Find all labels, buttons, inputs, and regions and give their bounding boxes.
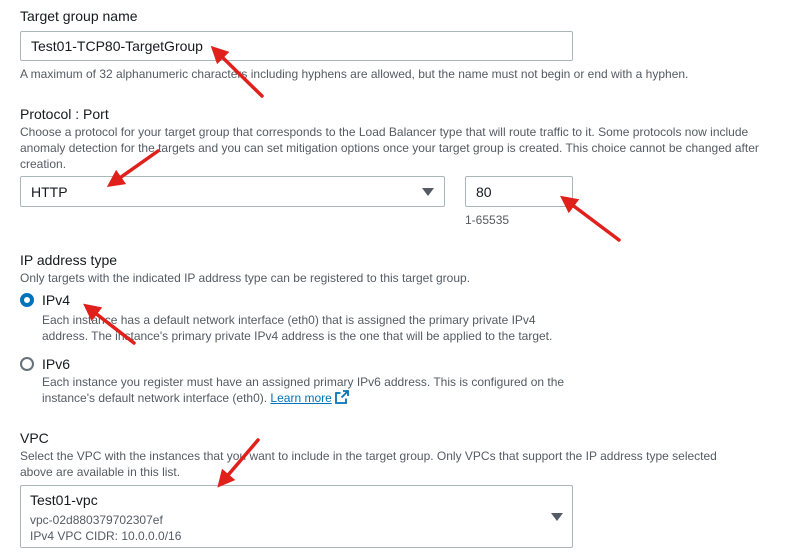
ipv6-radio[interactable] (20, 357, 34, 371)
ipv4-radio[interactable] (20, 293, 34, 307)
port-input-value: 80 (476, 183, 492, 200)
protocol-select[interactable]: HTTP (20, 176, 445, 207)
vpc-select[interactable]: Test01-vpc vpc-02d880379702307ef IPv4 VP… (20, 485, 573, 548)
protocol-port-label: Protocol : Port (20, 106, 109, 122)
ip-address-type-description: Only targets with the indicated IP addre… (20, 271, 471, 285)
port-hint: 1-65535 (465, 213, 510, 227)
vpc-description: Select the VPC with the instances that y… (20, 449, 717, 479)
vpc-select-id: vpc-02d880379702307ef (30, 513, 163, 527)
target-group-name-label: Target group name (20, 8, 138, 24)
chevron-down-icon (422, 187, 434, 196)
ipv6-radio-label[interactable]: IPv6 (42, 355, 70, 373)
ipv4-radio-label[interactable]: IPv4 (42, 291, 70, 309)
vpc-label: VPC (20, 430, 49, 446)
ipv4-description: Each instance has a default network inte… (42, 313, 553, 343)
port-input[interactable]: 80 (465, 176, 573, 207)
target-group-name-input[interactable]: Test01-TCP80-TargetGroup (20, 31, 573, 61)
protocol-select-value: HTTP (31, 183, 68, 200)
red-arrow-icon (560, 195, 621, 242)
target-group-name-value: Test01-TCP80-TargetGroup (31, 38, 203, 54)
target-group-name-hint: A maximum of 32 alphanumeric characters … (20, 67, 689, 81)
protocol-port-description: Choose a protocol for your target group … (20, 125, 759, 171)
chevron-down-icon (551, 513, 563, 521)
ipv6-description: Each instance you register must have an … (42, 374, 582, 406)
external-link-icon[interactable] (335, 390, 350, 404)
ip-address-type-label: IP address type (20, 252, 118, 268)
learn-more-link[interactable]: Learn more (270, 391, 331, 405)
vpc-select-cidr: IPv4 VPC CIDR: 10.0.0.0/16 (30, 529, 182, 543)
vpc-select-name: Test01-vpc (30, 492, 98, 508)
